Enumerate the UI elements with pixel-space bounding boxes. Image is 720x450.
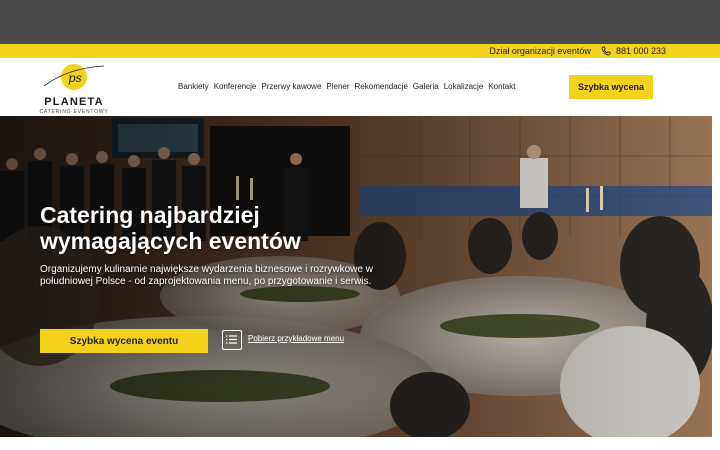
logo-subtitle: CATERING EVENTOWY [39, 109, 109, 115]
navbar: ps PLANETA CATERING EVENTOWY Bankiety Ko… [0, 58, 720, 116]
hero-section: Catering najbardziej wymagających eventó… [0, 116, 712, 437]
main-menu: Bankiety Konferencje Przerwy kawowe Plen… [178, 82, 515, 91]
phone-number[interactable]: 881 000 233 [616, 46, 666, 56]
menu-list-icon[interactable] [222, 330, 242, 350]
hero-description: Organizujemy kulinarnie największe wydar… [40, 264, 373, 287]
hero-title: Catering najbardziej wymagających eventó… [40, 202, 301, 254]
logo-name: PLANETA [44, 96, 104, 108]
quick-event-quote-button[interactable]: Szybka wycena eventu [40, 329, 208, 353]
department-label[interactable]: Dział organizacji eventów [489, 46, 591, 56]
menu-item-galeria[interactable]: Galeria [413, 82, 439, 91]
menu-item-przerwy-kawowe[interactable]: Przerwy kawowe [261, 82, 321, 91]
menu-item-rekomendacje[interactable]: Rekomendacje [355, 82, 408, 91]
page-margin-right [712, 116, 720, 437]
phone-icon [601, 46, 611, 56]
topbar: Dział organizacji eventów 881 000 233 [0, 44, 720, 58]
browser-bar [0, 0, 720, 44]
svg-text:ps: ps [68, 71, 82, 85]
logo[interactable]: ps PLANETA CATERING EVENTOWY [38, 60, 110, 116]
logo-mark: ps [43, 64, 105, 90]
menu-item-plener[interactable]: Plener [326, 82, 349, 91]
quick-quote-button[interactable]: Szybka wycena [569, 75, 653, 99]
menu-item-lokalizacje[interactable]: Lokalizacje [444, 82, 484, 91]
page-bottom [0, 437, 720, 450]
menu-item-bankiety[interactable]: Bankiety [178, 82, 209, 91]
menu-item-konferencje[interactable]: Konferencje [214, 82, 257, 91]
download-menu-link[interactable]: Pobierz przykładowe menu [248, 334, 344, 343]
menu-item-kontakt[interactable]: Kontakt [488, 82, 515, 91]
